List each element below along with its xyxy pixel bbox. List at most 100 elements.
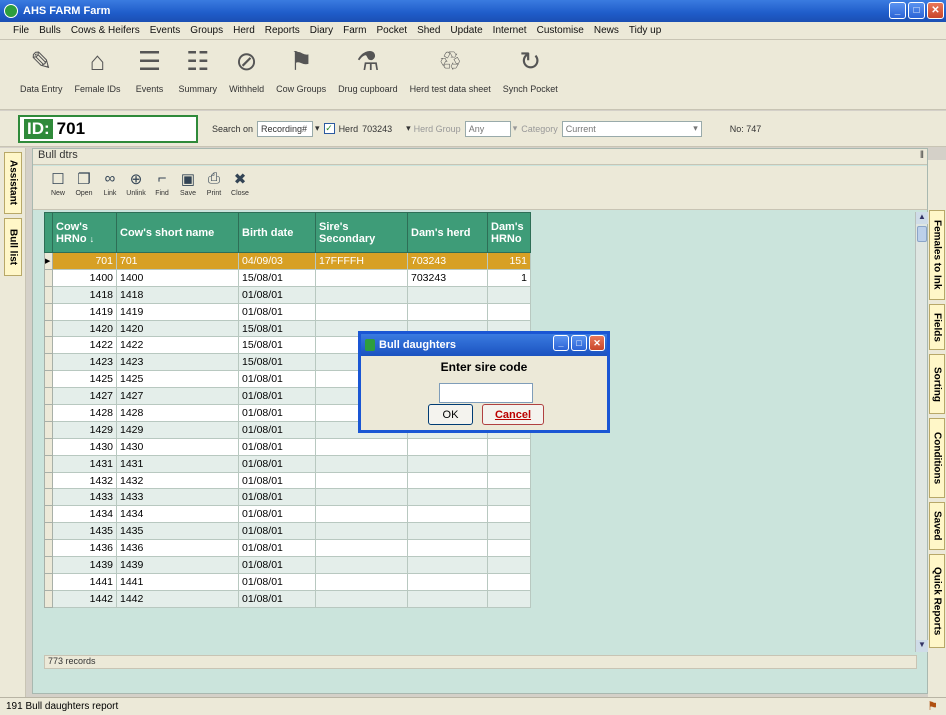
scroll-down-icon[interactable]: ▼ [916,640,928,652]
table-cell[interactable] [487,454,531,473]
table-cell[interactable]: 1436 [116,539,239,558]
dropdown-arrow-icon[interactable]: ▾ [315,123,320,134]
tab-quick-reports[interactable]: Quick Reports [929,554,945,648]
table-cell[interactable] [407,572,488,591]
table-cell[interactable]: 01/08/01 [238,539,316,558]
table-cell[interactable]: 1428 [52,404,117,422]
table-cell[interactable] [487,505,531,524]
row-indicator[interactable] [44,404,53,422]
table-cell[interactable]: 701 [52,252,117,270]
table-cell[interactable]: 1 [487,268,531,287]
herd-checkbox[interactable]: ✓ [323,123,335,134]
row-indicator[interactable] [44,353,53,372]
table-cell[interactable]: 1419 [116,302,239,321]
table-cell[interactable]: 15/08/01 [238,268,316,287]
table-row[interactable]: 1439 1439 01/08/01 [44,556,531,574]
table-cell[interactable] [407,556,488,574]
table-cell[interactable]: 1430 [52,437,117,456]
table-cell[interactable] [315,488,408,507]
dropdown-arrow-icon[interactable]: ▾ [513,123,518,134]
table-cell[interactable]: 17FFFFH [315,252,408,270]
table-cell[interactable]: 01/08/01 [238,302,316,321]
table-cell[interactable]: 1434 [116,505,239,524]
menu-news[interactable]: News [589,25,624,36]
tab-fields[interactable]: Fields [929,304,945,350]
table-cell[interactable] [407,454,488,473]
tab-sorting[interactable]: Sorting [929,354,945,414]
minimize-button[interactable]: _ [889,2,906,19]
menu-diary[interactable]: Diary [305,25,338,36]
table-cell[interactable] [487,589,531,608]
table-cell[interactable] [315,302,408,321]
panel-save-button[interactable]: ▣ Save [179,170,197,209]
table-row[interactable]: 1400 1400 15/08/01 703243 1 [44,268,531,287]
table-cell[interactable]: 1434 [52,505,117,524]
table-cell[interactable] [407,471,488,490]
dropdown-arrow-icon[interactable]: ▾ [406,123,411,134]
table-cell[interactable] [315,454,408,473]
table-cell[interactable] [487,488,531,507]
menu-farm[interactable]: Farm [338,25,371,36]
table-cell[interactable]: 1442 [52,589,117,608]
herd-group-select[interactable]: Any [464,120,511,137]
scroll-up-icon[interactable]: ▲ [916,212,928,224]
table-cell[interactable]: 703243 [407,252,488,270]
menu-bulls[interactable]: Bulls [34,25,66,36]
table-row[interactable]: 1418 1418 01/08/01 [44,285,531,304]
row-indicator[interactable] [44,522,53,541]
table-cell[interactable]: 1441 [52,572,117,591]
table-row[interactable]: 1431 1431 01/08/01 [44,454,531,473]
table-row[interactable]: 1432 1432 01/08/01 [44,471,531,490]
table-row[interactable]: 1441 1441 01/08/01 [44,572,531,591]
table-cell[interactable] [487,556,531,574]
table-cell[interactable] [315,505,408,524]
table-cell[interactable] [487,285,531,304]
table-cell[interactable]: 1429 [116,420,239,439]
toolbar-data-entry-button[interactable]: ✎ Data Entry [20,44,63,95]
row-indicator[interactable] [44,488,53,507]
table-cell[interactable]: 01/08/01 [238,589,316,608]
menu-shed[interactable]: Shed [412,25,445,36]
row-indicator[interactable] [44,589,53,608]
menu-tidy-up[interactable]: Tidy up [624,25,666,36]
table-cell[interactable]: 1439 [116,556,239,574]
dialog-maximize-button[interactable]: □ [571,335,587,351]
menu-file[interactable]: File [8,25,34,36]
table-cell[interactable]: 01/08/01 [238,522,316,541]
table-cell[interactable]: 01/08/01 [238,437,316,456]
table-cell[interactable] [315,471,408,490]
table-row[interactable]: 1419 1419 01/08/01 [44,302,531,321]
panel-link-button[interactable]: ∞ Link [101,170,119,209]
panel-find-button[interactable]: ⌐ Find [153,170,171,209]
menu-herd[interactable]: Herd [228,25,260,36]
table-cell[interactable]: 01/08/01 [238,488,316,507]
table-cell[interactable]: 1418 [52,285,117,304]
table-cell[interactable]: 01/08/01 [238,471,316,490]
table-cell[interactable]: 1423 [52,353,117,372]
row-indicator[interactable] [44,336,53,355]
table-cell[interactable]: 1433 [116,488,239,507]
table-cell[interactable]: 1427 [116,387,239,406]
tab-saved[interactable]: Saved [929,502,945,550]
table-cell[interactable]: 1400 [116,268,239,287]
row-indicator[interactable] [44,420,53,439]
table-cell[interactable]: 703243 [407,268,488,287]
table-cell[interactable]: 01/08/01 [238,454,316,473]
menu-update[interactable]: Update [445,25,487,36]
table-cell[interactable]: 04/09/03 [238,252,316,270]
table-cell[interactable] [487,471,531,490]
table-cell[interactable]: 1431 [116,454,239,473]
table-row[interactable]: 1442 1442 01/08/01 [44,589,531,608]
table-cell[interactable] [315,539,408,558]
table-cell[interactable] [315,522,408,541]
table-cell[interactable]: 1430 [116,437,239,456]
row-indicator[interactable] [44,268,53,287]
sire-code-input[interactable] [439,383,533,403]
toolbar-cow-groups-button[interactable]: ⚑ Cow Groups [276,44,326,95]
toolbar-withheld-button[interactable]: ⊘ Withheld [229,44,264,95]
table-cell[interactable] [407,589,488,608]
pin-icon[interactable]: ‖ [920,150,924,161]
table-cell[interactable] [487,539,531,558]
table-cell[interactable]: 15/08/01 [238,319,316,338]
table-cell[interactable]: 1422 [116,336,239,355]
